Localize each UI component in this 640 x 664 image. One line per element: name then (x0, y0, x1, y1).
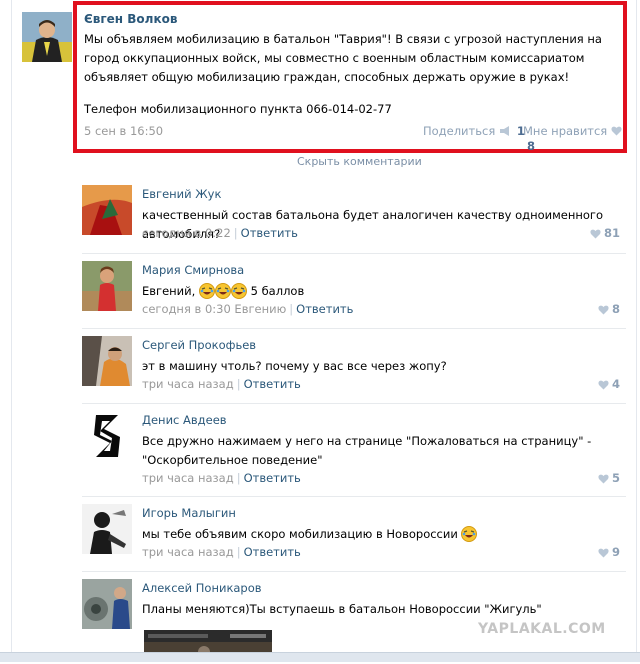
comment-author[interactable]: Алексей Поникаров (142, 581, 262, 595)
heart-icon (598, 305, 609, 315)
comment-time[interactable]: три часа назад (142, 471, 234, 485)
laughing-emoji-icon (461, 526, 478, 548)
heart-icon (611, 125, 622, 139)
comment-like-count: 81 (603, 226, 620, 240)
comment-item: Сергей Прокофьев эт в машину чтоль? поче… (82, 336, 626, 411)
comment-text: Все дружно нажимаем у него на странице "… (142, 434, 592, 467)
comment-meta: три часа назад | Ответить (142, 545, 301, 559)
comment-divider (82, 328, 626, 329)
comment-time[interactable]: сегодня в 0:30 Евгению (142, 302, 286, 316)
comment-like-button[interactable]: 8 (598, 302, 620, 316)
comment-time[interactable]: сегодня в 0:22 (142, 226, 231, 240)
post-date[interactable]: 5 сен в 16:50 (84, 124, 163, 138)
comment-item: Игорь Малыгин мы тебе объявим скоро моби… (82, 504, 626, 579)
comment-like-button[interactable]: 4 (598, 377, 620, 391)
comment-like-count: 4 (611, 377, 620, 391)
comment-item: Мария Смирнова Евгений, 5 баллов сегодня… (82, 261, 626, 336)
commenter-avatar[interactable] (82, 261, 132, 311)
comment-like-count: 9 (611, 545, 620, 559)
megaphone-icon (499, 125, 511, 139)
post-author-name[interactable]: Євген Волков (84, 12, 177, 26)
post-author-avatar[interactable] (22, 12, 72, 62)
commenter-avatar[interactable] (82, 185, 132, 235)
heart-icon (598, 474, 609, 484)
comment-text: эт в машину чтоль? почему у вас все чере… (142, 359, 447, 373)
commenter-avatar[interactable] (82, 411, 132, 461)
reply-link[interactable]: Ответить (296, 302, 353, 316)
comment-meta: три часа назад | Ответить (142, 471, 301, 485)
comment-divider (82, 253, 626, 254)
heart-icon (598, 548, 609, 558)
hide-comments-link[interactable]: Скрыть комментарии (297, 155, 422, 168)
comment-author[interactable]: Сергей Прокофьев (142, 338, 256, 352)
comment-like-button[interactable]: 5 (598, 471, 620, 485)
comment-divider (82, 403, 626, 404)
comment-meta: сегодня в 0:22 | Ответить (142, 226, 298, 240)
page-right-border (636, 0, 637, 661)
site-watermark: YAPLAKAL.COM (478, 621, 606, 637)
heart-icon (590, 229, 601, 239)
comment-text: Планы меняются)Ты вступаешь в батальон Н… (142, 602, 542, 616)
like-count: 8 (527, 138, 536, 153)
comment-like-button[interactable]: 81 (590, 226, 620, 240)
comment-item: Евгений Жук качественный состав батальон… (82, 185, 626, 260)
like-label: Мне нравится (523, 124, 608, 138)
reply-link[interactable]: Ответить (241, 226, 298, 240)
comment-divider (82, 496, 626, 497)
comment-author[interactable]: Евгений Жук (142, 187, 221, 201)
reply-link[interactable]: Ответить (244, 545, 301, 559)
commenter-avatar[interactable] (82, 336, 132, 386)
comment-time[interactable]: три часа назад (142, 377, 234, 391)
comment-author[interactable]: Денис Авдеев (142, 413, 227, 427)
share-label: Поделиться (423, 124, 496, 138)
like-button[interactable]: Мне нравится 8 (523, 124, 623, 153)
comment-item: Денис Авдеев Все дружно нажимаем у него … (82, 411, 626, 496)
share-button[interactable]: Поделиться 1 (423, 124, 525, 139)
comment-like-count: 5 (611, 471, 620, 485)
reply-link[interactable]: Ответить (244, 377, 301, 391)
comment-author[interactable]: Мария Смирнова (142, 263, 244, 277)
page-left-border (11, 0, 12, 661)
heart-icon (598, 380, 609, 390)
comment-time[interactable]: три часа назад (142, 545, 234, 559)
highlighted-post: Євген Волков Мы объявляем мобилизацию в … (73, 1, 627, 153)
post-phone: Телефон мобилизационного пункта 066-014-… (84, 102, 392, 116)
commenter-avatar[interactable] (82, 579, 132, 629)
commenter-avatar[interactable] (82, 504, 132, 554)
comment-meta: три часа назад | Ответить (142, 377, 301, 391)
comment-like-count: 8 (611, 302, 620, 316)
comment-divider (82, 571, 626, 572)
comment-author[interactable]: Игорь Малыгин (142, 506, 236, 520)
comment-like-button[interactable]: 9 (598, 545, 620, 559)
post-text: Мы объявляем мобилизацию в батальон "Тав… (84, 32, 602, 84)
reply-link[interactable]: Ответить (244, 471, 301, 485)
comment-meta: сегодня в 0:30 Евгению | Ответить (142, 302, 354, 316)
